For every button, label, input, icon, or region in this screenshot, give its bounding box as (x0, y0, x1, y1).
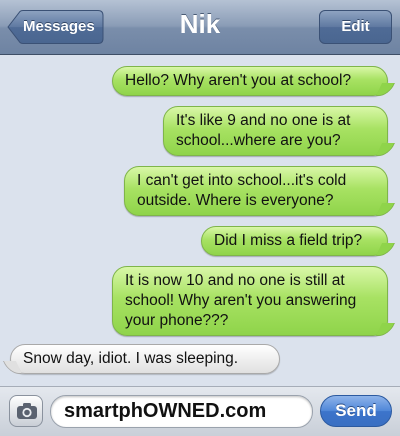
edit-button[interactable]: Edit (319, 10, 392, 44)
sent-message-bubble: I can't get into school...it's cold outs… (124, 166, 388, 216)
sent-message-bubble: It is now 10 and no one is still at scho… (112, 266, 388, 336)
received-message-bubble: Snow day, idiot. I was sleeping. (10, 344, 280, 374)
compose-bar: smartphOWNED.com Send (0, 386, 400, 436)
message-thread: Hello? Why aren't you at school? It's li… (0, 56, 400, 386)
sent-message-bubble: It's like 9 and no one is at school...wh… (163, 106, 388, 156)
send-button[interactable]: Send (320, 395, 392, 427)
message-input[interactable]: smartphOWNED.com (50, 395, 313, 428)
camera-button[interactable] (9, 395, 43, 427)
sent-message-bubble: Did I miss a field trip? (201, 226, 388, 256)
navigation-bar: Messages Nik Edit (0, 0, 400, 55)
camera-icon (17, 403, 37, 419)
sent-message-bubble: Hello? Why aren't you at school? (112, 66, 388, 96)
